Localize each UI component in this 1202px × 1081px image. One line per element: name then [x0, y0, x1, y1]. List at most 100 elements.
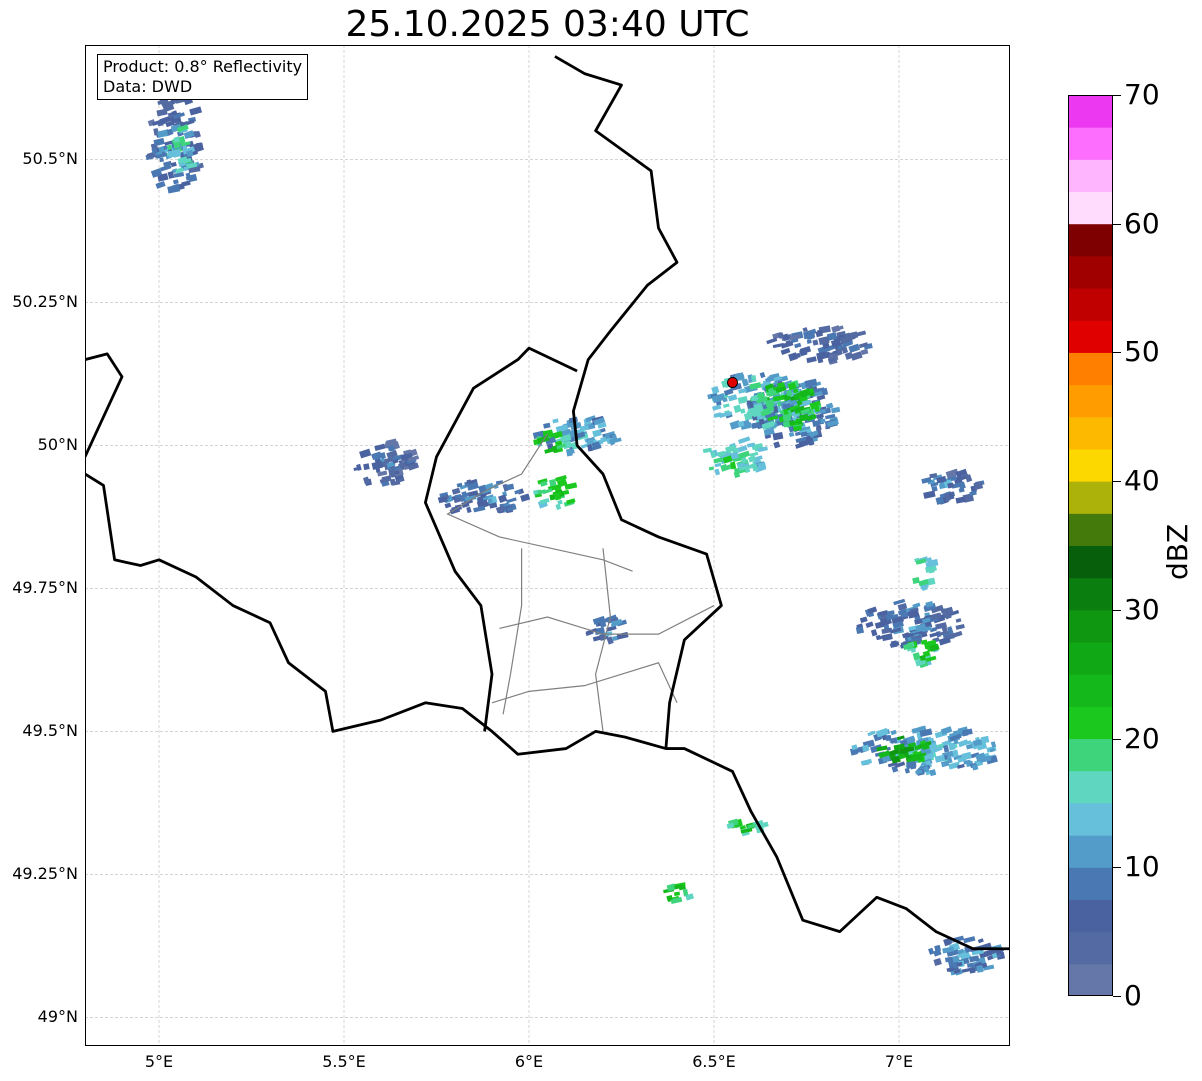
colorbar-bin: [1068, 352, 1113, 386]
colorbar-bin: [1068, 448, 1113, 482]
radar-echo-cell: [388, 469, 396, 477]
radar-echo-cell: [955, 496, 966, 504]
lon-tick-label: 6.5°E: [692, 1052, 736, 1071]
radar-echo-cell: [738, 388, 747, 394]
radar-echo-cell: [831, 325, 841, 333]
radar-echo-cell: [929, 769, 937, 777]
colorbar-bin: [1068, 255, 1113, 289]
radar-echo-cell: [505, 483, 515, 491]
radar-echo-cell: [714, 468, 721, 476]
radar-map-canvas: [85, 45, 1010, 1046]
product-label: Product: 0.8° Reflectivity: [103, 57, 303, 76]
radar-echo-cell: [466, 506, 472, 514]
radar-echo-cell: [153, 137, 165, 147]
colorbar-bin: [1068, 191, 1113, 225]
radar-echo-cell: [870, 629, 878, 637]
colorbar-tick: [1113, 223, 1121, 225]
radar-echo-cell: [740, 408, 746, 414]
info-legend-box: Product: 0.8° Reflectivity Data: DWD: [97, 54, 309, 100]
radar-echo-cell: [963, 936, 976, 944]
radar-echo-cell: [990, 741, 997, 748]
radar-echo-cell: [943, 744, 950, 753]
radar-echo-cell: [592, 429, 602, 438]
radar-echo-cell: [155, 181, 166, 189]
radar-echo-cell: [733, 404, 742, 414]
radar-echo-cell: [794, 342, 802, 349]
radar-echo-cell: [969, 490, 977, 497]
colorbar-bin: [1068, 416, 1113, 450]
colorbar-tick: [1113, 996, 1121, 997]
radar-echo-cell: [359, 448, 372, 459]
lat-tick-label: 50°N: [37, 435, 78, 455]
radar-echo-cell: [727, 394, 738, 402]
radar-echo-cell: [788, 431, 795, 438]
radar-echo-cell: [737, 395, 748, 405]
colorbar-tick: [1113, 867, 1121, 869]
lat-tick-label: 49.75°N: [12, 578, 78, 598]
colorbar-tick: [1113, 95, 1121, 96]
radar-echo-cell: [711, 385, 720, 395]
colorbar-bin: [1068, 609, 1113, 643]
radar-echo-cell: [816, 351, 828, 360]
radar-echo-cell: [806, 339, 812, 344]
radar-echo-cell: [737, 445, 748, 453]
radar-echo-cell: [773, 441, 781, 449]
radar-echo-cell: [673, 891, 681, 897]
radar-echo-cell: [780, 347, 791, 355]
map-title: 25.10.2025 03:40 UTC: [345, 4, 750, 45]
radar-echo-cell: [451, 487, 461, 495]
radar-echo-cell: [363, 463, 370, 471]
radar-echo-cell: [755, 455, 763, 461]
dbz-colorbar: [1068, 95, 1113, 996]
radar-echo-cell: [928, 947, 935, 955]
lon-tick-label: 5°E: [144, 1052, 174, 1071]
radar-echo-cell: [156, 108, 168, 117]
radar-echo-cell: [859, 616, 868, 624]
radar-echo-cell: [159, 157, 164, 163]
radar-echo-cell: [912, 652, 921, 661]
radar-echo-cell: [722, 403, 730, 408]
radar-echo-cell: [766, 337, 778, 345]
radar-echo-cell: [759, 371, 766, 379]
colorbar-tick: [1113, 738, 1121, 740]
colorbar-tick: [1113, 352, 1121, 354]
radar-echo-cell: [867, 606, 878, 614]
radar-echo-cell: [881, 633, 893, 642]
radar-echo-cell: [965, 743, 973, 750]
colorbar-bin: [1068, 384, 1113, 418]
radar-map[interactable]: [85, 45, 1010, 1046]
radar-echo-cell: [799, 346, 812, 355]
radar-echo-cell: [874, 621, 885, 629]
radar-echo-cell: [940, 760, 950, 768]
district-border: [502, 548, 523, 715]
radar-echo-cell: [977, 938, 984, 944]
country-border: [85, 472, 1010, 951]
radar-echo-cell: [890, 729, 897, 736]
radar-echo-cell: [714, 462, 722, 468]
radar-echo-cell: [969, 967, 976, 974]
radar-echo-cell: [830, 406, 841, 414]
lat-tick-label: 50.5°N: [22, 149, 78, 169]
lon-tick-label: 7°E: [884, 1052, 914, 1071]
radar-echo-cell: [374, 443, 386, 451]
radar-echo-cell: [189, 106, 203, 116]
colorbar-tick-label: 60: [1124, 206, 1160, 240]
radar-echo-cell: [371, 460, 384, 470]
radar-echo-cell: [934, 754, 946, 763]
radar-echo-cell: [890, 640, 898, 648]
colorbar-bin: [1068, 95, 1113, 128]
radar-echo-cell: [961, 751, 972, 761]
colorbar-tick-label: 50: [1124, 335, 1160, 369]
radar-echo-cell: [520, 493, 531, 502]
radar-echo-cell: [181, 180, 191, 187]
colorbar-bin: [1068, 159, 1113, 193]
colorbar-bin: [1068, 513, 1113, 546]
radar-echo-cell: [557, 499, 563, 505]
radar-echo-cell: [543, 422, 551, 429]
radar-echo-cell: [955, 623, 965, 630]
colorbar-bin: [1068, 963, 1113, 996]
radar-echo-cell: [861, 744, 870, 752]
radar-site-marker: [727, 376, 738, 388]
data-source-label: Data: DWD: [103, 77, 193, 96]
country-border: [85, 352, 124, 458]
